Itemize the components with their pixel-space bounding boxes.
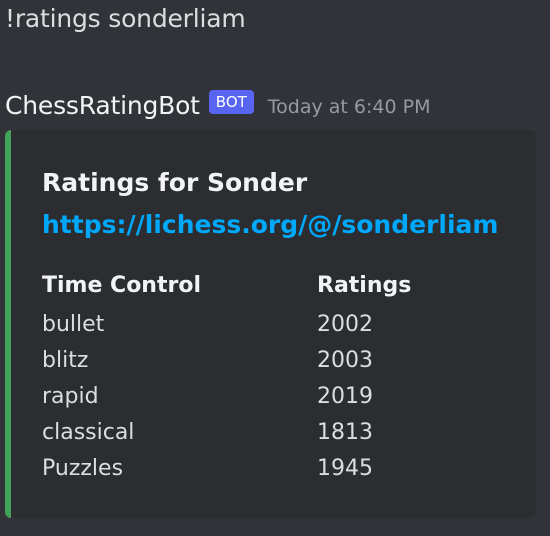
ratings-embed: Ratings for Sonder https://lichess.org/@… xyxy=(5,130,536,518)
ratings-column: Ratings 2002 2003 2019 1813 1945 xyxy=(317,270,411,487)
bot-badge: BOT xyxy=(208,90,254,114)
time-control-header: Time Control xyxy=(42,273,201,298)
rating-blitz: 2003 xyxy=(317,348,373,373)
ratings-header: Ratings xyxy=(317,273,412,298)
time-control-puzzles: Puzzles xyxy=(42,456,124,481)
rating-rapid: 2019 xyxy=(317,384,373,409)
embed-title: Ratings for Sonder xyxy=(42,168,308,197)
user-message-text: !ratings sonderliam xyxy=(5,4,246,33)
bot-message-header: ChessRatingBot BOT Today at 6:40 PM xyxy=(5,88,430,122)
time-control-rapid: rapid xyxy=(42,384,99,409)
time-control-bullet: bullet xyxy=(42,312,105,337)
time-control-blitz: blitz xyxy=(42,348,89,373)
message-timestamp[interactable]: Today at 6:40 PM xyxy=(268,96,431,118)
time-control-column: Time Control bullet blitz rapid classica… xyxy=(42,270,201,487)
bot-username[interactable]: ChessRatingBot xyxy=(5,91,200,120)
rating-bullet: 2002 xyxy=(317,312,373,337)
rating-classical: 1813 xyxy=(317,420,373,445)
embed-profile-link[interactable]: https://lichess.org/@/sonderliam xyxy=(42,210,498,239)
time-control-classical: classical xyxy=(42,420,135,445)
rating-puzzles: 1945 xyxy=(317,456,373,481)
